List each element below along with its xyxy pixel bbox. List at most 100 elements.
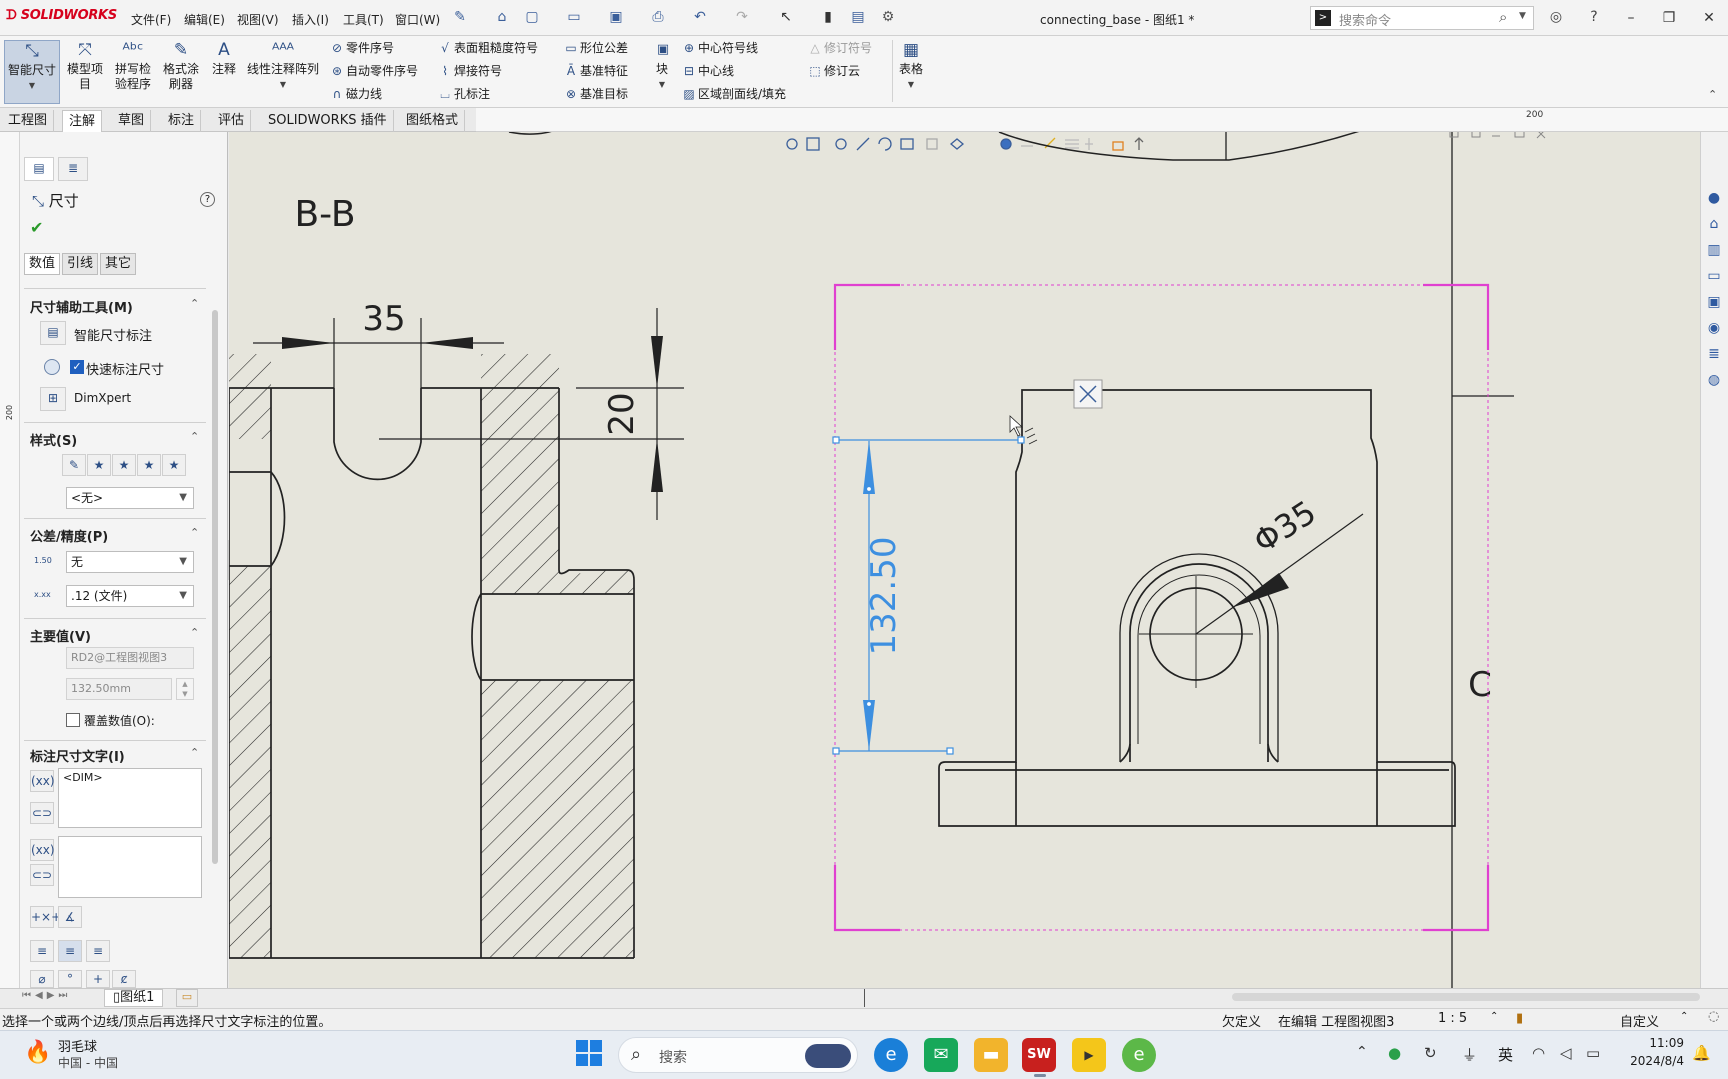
- drawing-sheet-svg[interactable]: C B-B 35 20 Φ35 132.50: [229, 132, 1700, 988]
- undo-icon[interactable]: ↶: [692, 9, 708, 25]
- plus-minus-symbol-icon[interactable]: +: [86, 970, 110, 988]
- weld-symbol-button[interactable]: ⌇ 焊接符号: [436, 61, 502, 81]
- solidworks-taskbar-icon[interactable]: SW: [1022, 1038, 1056, 1072]
- sheet-tab[interactable]: ▯图纸1: [104, 989, 164, 1007]
- home-icon[interactable]: ⌂: [494, 9, 510, 25]
- weather-title[interactable]: 羽毛球: [58, 1036, 97, 1055]
- windows-start-icon[interactable]: [576, 1040, 602, 1066]
- save-icon[interactable]: ▣: [608, 9, 624, 25]
- clock-date[interactable]: 2024/8/4: [1610, 1054, 1684, 1068]
- tab-sketch[interactable]: 草图: [112, 110, 152, 132]
- tab-annotation[interactable]: 注解: [62, 110, 103, 132]
- dimension-text-below-box[interactable]: [58, 836, 202, 898]
- view-split-icon[interactable]: [1471, 132, 1481, 138]
- solidworks-resources-icon[interactable]: ●: [1704, 188, 1724, 208]
- collapse-chevron-icon[interactable]: ⌃: [190, 746, 199, 759]
- section-dimension-text-header[interactable]: 标注尺寸文字(I): [30, 746, 125, 765]
- notification-bell-icon[interactable]: 🔔: [1692, 1044, 1711, 1062]
- tray-app-icon[interactable]: ●: [1388, 1044, 1401, 1062]
- media-player-icon[interactable]: ▶: [1072, 1038, 1106, 1072]
- add-parentheses-icon[interactable]: (xx): [30, 839, 55, 861]
- collapse-chevron-icon[interactable]: ⌃: [190, 430, 199, 443]
- add-sheet-icon[interactable]: ▭: [176, 989, 198, 1007]
- balloon-button[interactable]: ⊘ 零件序号: [328, 38, 394, 58]
- property-manager-tab-icon[interactable]: ▤: [24, 157, 54, 181]
- area-hatch-button[interactable]: ▨ 区域剖面线/填充: [680, 84, 786, 104]
- redo-icon[interactable]: ↷: [734, 9, 750, 25]
- tab-evaluate[interactable]: 评估: [212, 110, 252, 132]
- text-orientation-icon[interactable]: +×+: [30, 906, 61, 928]
- diameter-symbol-icon[interactable]: ⌀: [30, 970, 54, 988]
- dimension-text-above-box[interactable]: <DIM>: [58, 768, 202, 828]
- tab-sheet-format[interactable]: 图纸格式: [400, 110, 466, 132]
- wechat-icon[interactable]: ✉: [924, 1038, 958, 1072]
- traffic-light-icon[interactable]: ▮: [820, 9, 836, 25]
- help-icon[interactable]: ?: [1586, 9, 1602, 25]
- pin-icon[interactable]: ✎: [452, 9, 468, 25]
- save-style-icon[interactable]: ★: [137, 454, 161, 476]
- precision-select[interactable]: .12 (文件) ▼: [66, 585, 194, 607]
- magnetic-line-button[interactable]: ∩ 磁力线: [328, 84, 382, 104]
- collapse-ribbon-icon[interactable]: ⌃: [1708, 88, 1717, 101]
- smart-dim-mode-icon[interactable]: ▤: [40, 321, 66, 345]
- input-language[interactable]: 英: [1498, 1044, 1513, 1065]
- collapse-chevron-icon[interactable]: ⌃: [190, 297, 199, 310]
- auto-balloon-button[interactable]: ⊛ 自动零件序号: [328, 61, 418, 81]
- status-scale[interactable]: 1 : 5: [1438, 1011, 1467, 1026]
- active-dimension-132-50[interactable]: [832, 436, 1025, 755]
- menu-tools[interactable]: 工具(T): [343, 11, 384, 28]
- chevron-up-icon[interactable]: ⌃: [1490, 1011, 1498, 1022]
- section-plane-icon[interactable]: [1134, 137, 1144, 150]
- spell-checker-button[interactable]: ᴬᵇᶜ 拼写检验程序: [110, 40, 156, 104]
- clock-time[interactable]: 11:09: [1620, 1036, 1684, 1050]
- weather-icon[interactable]: 🔥: [24, 1040, 51, 1065]
- subtab-value[interactable]: 数值: [24, 253, 60, 275]
- user-account-icon[interactable]: ◎: [1548, 9, 1564, 25]
- tray-chevron-up-icon[interactable]: ⌃: [1356, 1044, 1368, 1060]
- section-dim-assist-header[interactable]: 尺寸辅助工具(M): [30, 297, 133, 316]
- heads-up-view-toolbar[interactable]: [786, 137, 1144, 151]
- tab-drawing[interactable]: 工程图: [2, 110, 55, 132]
- sheet-nav-arrows[interactable]: ⏮◀▶⏭: [22, 990, 71, 1001]
- load-style-icon[interactable]: ★: [162, 454, 186, 476]
- dimension-value-field[interactable]: 132.50mm: [66, 678, 172, 700]
- forum-icon[interactable]: ◍: [1704, 370, 1724, 390]
- subtab-leaders[interactable]: 引线: [62, 253, 98, 275]
- section-primary-value-header[interactable]: 主要值(V): [30, 626, 91, 645]
- new-document-icon[interactable]: ▢: [524, 9, 540, 25]
- search-icon[interactable]: ⌕: [1499, 8, 1507, 26]
- collapse-chevron-icon[interactable]: ⌃: [190, 626, 199, 639]
- volume-icon[interactable]: ◁: [1560, 1044, 1572, 1062]
- microphone-icon[interactable]: ⏚: [1462, 1044, 1477, 1065]
- section-view-icon[interactable]: [926, 138, 938, 150]
- design-library-icon[interactable]: ▥: [1704, 240, 1724, 260]
- minimize-icon[interactable]: –: [1618, 8, 1644, 28]
- print-icon[interactable]: ⎙: [650, 9, 666, 25]
- subtab-other[interactable]: 其它: [100, 253, 136, 275]
- angle-text-icon[interactable]: ∡: [58, 906, 82, 928]
- drawing-canvas[interactable]: C B-B 35 20 Φ35 132.50: [229, 132, 1700, 988]
- command-search-box[interactable]: > 搜索命令 ⌕ ▼: [1310, 6, 1534, 30]
- select-cursor-icon[interactable]: ↖: [778, 9, 794, 25]
- inspection-dim-icon[interactable]: ⊂⊃: [30, 802, 54, 824]
- centerline-symbol-icon[interactable]: ȼ: [112, 970, 136, 988]
- zoom-to-area-icon[interactable]: [806, 137, 820, 151]
- view-palette-icon[interactable]: ▣: [1704, 292, 1724, 312]
- table-button[interactable]: ▦ 表格 ▼: [896, 40, 926, 104]
- dimension-35-text[interactable]: 35: [362, 299, 405, 339]
- block-button[interactable]: ▣ 块 ▼: [652, 40, 672, 104]
- feature-tree-tab-icon[interactable]: ≣: [58, 157, 88, 181]
- status-units[interactable]: 自定义: [1620, 1011, 1659, 1030]
- dimension-name-field[interactable]: RD2@工程图视图3: [66, 647, 194, 669]
- view-selection-box[interactable]: [834, 284, 1489, 931]
- tray-sync-icon[interactable]: ↻: [1424, 1044, 1437, 1062]
- ok-checkmark-icon[interactable]: ✔: [30, 218, 43, 237]
- browser-app-icon[interactable]: e: [1122, 1038, 1156, 1072]
- menu-edit[interactable]: 编辑(E): [184, 11, 225, 28]
- datum-target-button[interactable]: ⊗ 基准目标: [562, 84, 628, 104]
- rebuild-status-icon[interactable]: ▮: [1516, 1011, 1523, 1026]
- geometric-tolerance-button[interactable]: ▭ 形位公差: [562, 38, 628, 58]
- options-gear-icon[interactable]: ⚙: [880, 9, 896, 25]
- appearance-icon[interactable]: [1000, 138, 1012, 150]
- surface-finish-button[interactable]: √ 表面粗糙度符号: [436, 38, 538, 58]
